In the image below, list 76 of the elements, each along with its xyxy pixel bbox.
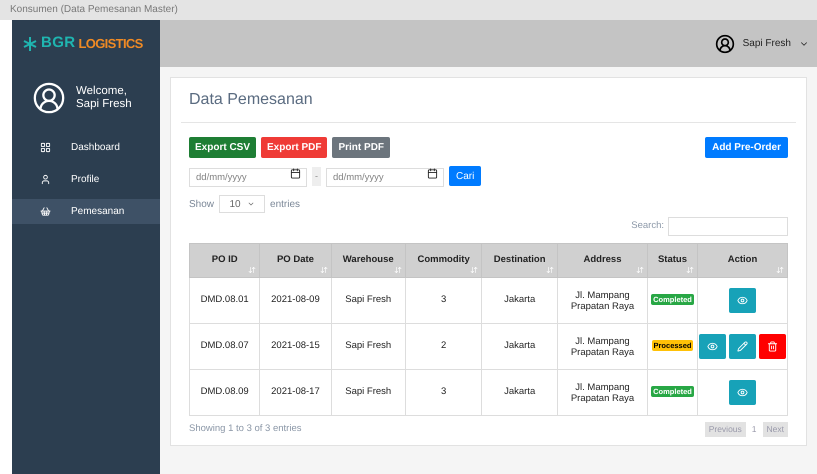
table-cell: DMD.08.07 [190, 324, 260, 370]
sort-icon [546, 266, 554, 274]
date-field[interactable]: dd/mm/yyyy [189, 168, 307, 187]
avatar-icon [32, 81, 66, 115]
edit-button[interactable] [729, 334, 756, 359]
page-title: Data Pemesanan [189, 90, 314, 110]
table-cell: DMD.08.09 [190, 370, 260, 416]
column-header[interactable]: Action [698, 244, 788, 278]
table-cell: Sapi Fresh [331, 324, 406, 370]
range-separator: - [312, 166, 321, 186]
table-cell: Jl. Mampang Prapatan Raya [558, 324, 648, 370]
column-header[interactable]: Status [648, 244, 698, 278]
show-label: Show [189, 198, 214, 212]
delete-button[interactable] [759, 334, 786, 359]
user-name: Sapi Fresh [76, 98, 132, 111]
sort-icon [320, 266, 328, 274]
view-button[interactable] [699, 334, 726, 359]
sort-icon [248, 266, 256, 274]
sort-icon [776, 266, 784, 274]
table-cell: 2 [405, 324, 482, 370]
user-icon [714, 34, 735, 54]
table-cell: DMD.08.01 [190, 278, 260, 324]
calendar-icon [427, 168, 438, 179]
eye-icon [707, 341, 718, 352]
pencil-icon [737, 341, 748, 352]
table-cell: Jl. Mampang Prapatan Raya [558, 370, 648, 416]
add-button[interactable]: Add Pre-Order [705, 137, 788, 158]
table-cell: Jakarta [482, 370, 558, 416]
column-header[interactable]: PO ID [190, 244, 260, 278]
grid-icon [40, 142, 51, 153]
table-cell: 2021-08-15 [260, 324, 332, 370]
sort-icon [470, 266, 478, 274]
search-field[interactable] [668, 217, 788, 236]
table-cell: 2021-08-17 [260, 370, 332, 416]
user-icon [40, 174, 51, 185]
column-header[interactable]: PO Date [260, 244, 332, 278]
date-field[interactable]: dd/mm/yyyy [326, 168, 444, 187]
sidebar-item[interactable]: Dashboard [12, 135, 160, 160]
view-button[interactable] [729, 380, 756, 405]
page-size-select[interactable]: 10 [219, 195, 266, 213]
logo: BGR LOGISTICS [12, 20, 160, 67]
sort-icon [394, 266, 402, 274]
column-header[interactable]: Address [558, 244, 648, 278]
window-title: Konsumen (Data Pemesanan Master) [0, 0, 817, 20]
sidebar-item[interactable]: Profile [12, 167, 160, 192]
column-header[interactable]: Warehouse [331, 244, 406, 278]
logo-icon [22, 36, 38, 52]
export-button[interactable]: Export CSV [189, 137, 256, 158]
welcome-text: Welcome, [76, 85, 128, 98]
search-button[interactable]: Cari [449, 166, 482, 186]
table-cell: 3 [405, 370, 482, 416]
entries-label: entries [270, 198, 300, 212]
column-header[interactable]: Destination [482, 244, 558, 278]
sort-icon [686, 266, 694, 274]
export-button[interactable]: Print PDF [332, 137, 390, 158]
caret-icon [246, 200, 255, 208]
basket-icon [40, 206, 51, 217]
eye-icon [737, 387, 748, 398]
search-label: Search: [631, 219, 664, 234]
export-button[interactable]: Export PDF [261, 137, 328, 158]
eye-icon [737, 295, 748, 306]
sidebar-item[interactable]: Pemesanan [10, 199, 160, 224]
table-cell: Sapi Fresh [331, 278, 406, 324]
column-header[interactable]: Commodity [405, 244, 482, 278]
sort-icon [636, 266, 644, 274]
table-cell: Jakarta [482, 278, 558, 324]
user-menu[interactable]: Sapi Fresh [742, 36, 809, 51]
table-cell: Sapi Fresh [331, 370, 406, 416]
calendar-icon [290, 168, 301, 179]
table-cell: 3 [405, 278, 482, 324]
entries-info: Showing 1 to 3 of 3 entries [189, 422, 302, 436]
table-cell: Jakarta [482, 324, 558, 370]
trash-icon [767, 341, 778, 352]
view-button[interactable] [729, 288, 756, 313]
table-cell: 2021-08-09 [260, 278, 332, 324]
table-cell: Jl. Mampang Prapatan Raya [558, 278, 648, 324]
